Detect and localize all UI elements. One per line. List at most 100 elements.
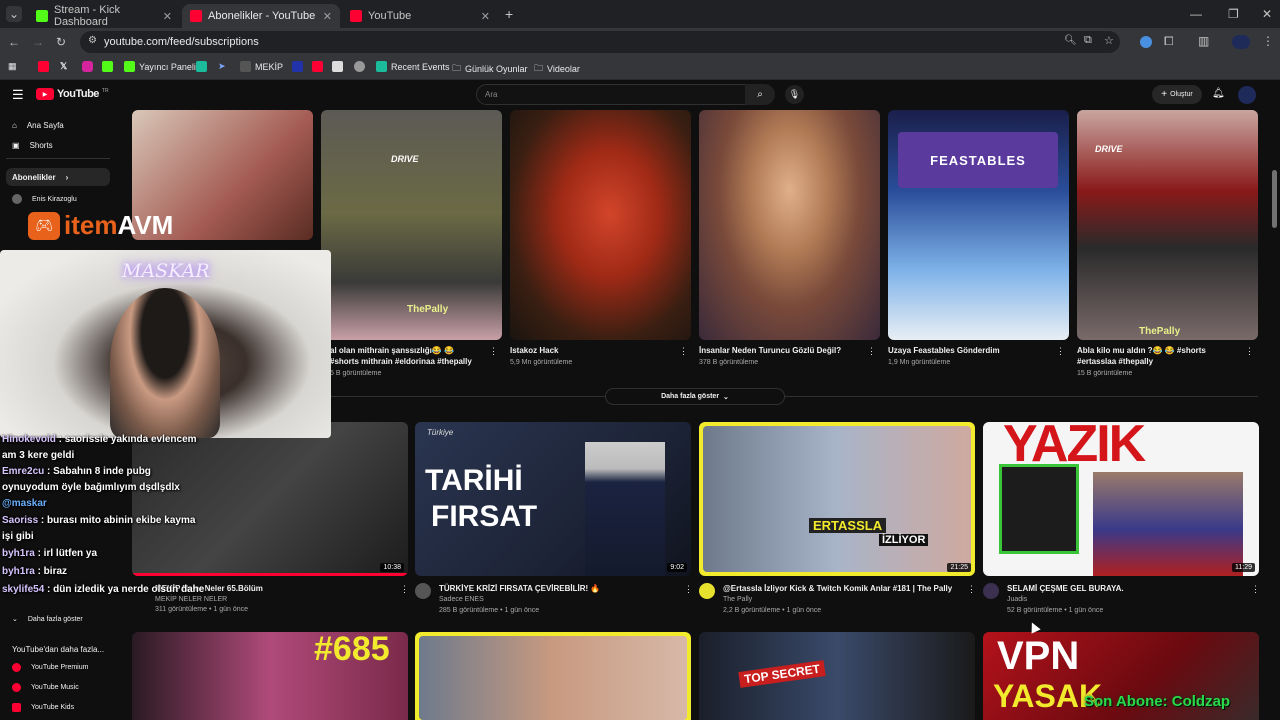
sidebar-item-shorts[interactable]: ▣ Shorts xyxy=(6,136,110,154)
video-thumbnail[interactable]: TOP SECRET xyxy=(699,632,975,720)
bookmark-star-icon[interactable]: ☆ xyxy=(1104,34,1114,47)
site-info-icon[interactable]: ⚙ xyxy=(88,35,97,46)
channel-avatar[interactable] xyxy=(415,583,431,599)
bookmark-label: Videolar xyxy=(547,64,580,74)
channel-name[interactable]: Sadece ENES xyxy=(439,596,484,603)
short-title[interactable]: Uzaya Feastables Gönderdim xyxy=(888,345,1048,356)
more-options-icon[interactable]: ⋮ xyxy=(489,346,498,357)
more-options-icon[interactable]: ⋮ xyxy=(679,346,688,357)
video-thumbnail[interactable] xyxy=(415,632,691,720)
bookmark-item[interactable] xyxy=(196,61,207,72)
channel-name[interactable]: MEKİP NELER NELER xyxy=(155,596,227,603)
video-thumbnail[interactable]: #685 xyxy=(132,632,408,720)
bookmark-recent-events[interactable]: Recent Events xyxy=(376,61,450,72)
bookmark-item[interactable]: ➤ xyxy=(218,61,226,72)
bookmark-videolar[interactable]: 🗀 Videolar xyxy=(534,61,580,77)
bookmark-item[interactable] xyxy=(332,61,343,72)
video-thumbnail[interactable]: 10:38 xyxy=(132,422,408,576)
video-title[interactable]: TÜRKİYE KRİZİ FIRSATA ÇEVİREBİLİR! 🔥 xyxy=(439,583,679,594)
short-thumbnail[interactable] xyxy=(510,110,691,340)
short-title[interactable]: İnsanlar Neden Turuncu Gözlü Değil? xyxy=(699,345,859,356)
sidebar-channel[interactable]: Enis Kirazoglu xyxy=(6,190,110,208)
short-title[interactable]: al olan mithrain şanssızlığı😂 😂 #shorts … xyxy=(330,345,482,367)
search-button[interactable]: ⌕ xyxy=(745,84,775,105)
video-title[interactable]: @Ertassla İzliyor Kick & Twitch Komik An… xyxy=(723,583,963,594)
channel-name[interactable]: Juadis xyxy=(1007,596,1027,603)
more-options-icon[interactable]: ⋮ xyxy=(400,584,409,595)
app-icon xyxy=(196,61,207,72)
menu-kebab-icon[interactable]: ⋮ xyxy=(1262,34,1274,48)
bookmark-youtube[interactable] xyxy=(38,61,49,72)
extension-icon[interactable] xyxy=(1140,36,1152,48)
sidebar-item-youtube-premium[interactable]: YouTube Premium xyxy=(6,658,110,676)
hamburger-menu-icon[interactable]: ☰ xyxy=(12,87,24,103)
tab-subscriptions-youtube[interactable]: Abonelikler - YouTube ✕ xyxy=(182,4,340,28)
new-tab-icon[interactable]: + xyxy=(505,6,513,22)
window-close-icon[interactable]: ✕ xyxy=(1262,7,1272,21)
notifications-bell-icon[interactable]: 🔔︎ xyxy=(1212,88,1225,99)
more-options-icon[interactable]: ⋮ xyxy=(867,346,876,357)
bookmark-yayinci-paneli[interactable]: Yayıncı Paneli xyxy=(124,61,196,72)
more-options-icon[interactable]: ⋮ xyxy=(967,584,976,595)
extensions-puzzle-icon[interactable]: ⧠ xyxy=(1164,34,1174,49)
search-input[interactable]: Ara xyxy=(476,84,746,105)
more-options-icon[interactable]: ⋮ xyxy=(684,584,693,595)
short-title[interactable]: Istakoz Hack xyxy=(510,345,670,356)
youtube-logo[interactable]: ▶ YouTube TR xyxy=(36,88,109,100)
chat-user: Saoriss xyxy=(2,515,39,526)
address-bar[interactable]: ⚙ youtube.com/feed/subscriptions 🔍︎ ⧉ ☆ xyxy=(80,31,1120,53)
tab-kick-dashboard[interactable]: Stream - Kick Dashboard ✕ xyxy=(28,4,180,28)
more-options-icon[interactable]: ⋮ xyxy=(1056,346,1065,357)
sidebar-item-youtube-kids[interactable]: YouTube Kids xyxy=(6,698,110,716)
bookmark-mekip[interactable]: MEKİP xyxy=(240,61,283,72)
reload-icon[interactable]: ↻ xyxy=(56,35,66,49)
zoom-icon[interactable]: 🔍︎ xyxy=(1064,35,1077,46)
bookmark-label: Recent Events xyxy=(391,61,450,72)
video-thumbnail[interactable]: YAZIK 11:29 xyxy=(983,422,1259,576)
show-more-button[interactable]: Daha fazla göster ⌄ xyxy=(605,388,785,405)
minimize-icon[interactable]: — xyxy=(1190,7,1202,21)
sidebar-show-more[interactable]: ⌄ Daha fazla göster xyxy=(6,610,110,628)
short-thumbnail[interactable]: DRIVE ThePally xyxy=(1077,110,1258,340)
sidebar-item-youtube-music[interactable]: YouTube Music xyxy=(6,678,110,696)
bookmark-item[interactable] xyxy=(292,61,303,72)
bookmark-gunluk-oyunlar[interactable]: 🗀 Günlük Oyunlar xyxy=(452,61,528,77)
bookmark-item[interactable] xyxy=(354,61,365,72)
video-title[interactable]: SELAMİ ÇEŞME GEL BURAYA. xyxy=(1007,583,1247,594)
profile-avatar[interactable] xyxy=(1232,35,1250,49)
bookmark-kick[interactable] xyxy=(102,61,113,72)
channel-name[interactable]: The Pally xyxy=(723,596,752,603)
forward-icon[interactable]: → xyxy=(32,35,44,49)
voice-search-button[interactable]: 🎙︎ xyxy=(785,85,804,104)
close-icon[interactable]: ✕ xyxy=(481,10,490,23)
close-icon[interactable]: ✕ xyxy=(163,10,172,23)
more-options-icon[interactable]: ⋮ xyxy=(1251,584,1260,595)
short-title[interactable]: Abla kilo mu aldın ?😂 😂 #shorts #ertassl… xyxy=(1077,345,1237,367)
account-avatar[interactable] xyxy=(1238,86,1256,104)
video-thumbnail[interactable]: ERTASSLA İZLİYOR 21:25 xyxy=(699,422,975,576)
apps-grid-icon[interactable]: ▦ xyxy=(8,61,17,72)
restore-icon[interactable]: ❐ xyxy=(1228,7,1239,21)
page-scrollbar[interactable] xyxy=(1272,170,1277,228)
channel-avatar[interactable] xyxy=(699,583,715,599)
tab-youtube[interactable]: YouTube ✕ xyxy=(342,4,498,28)
bookmark-x[interactable]: 𝕏 xyxy=(60,61,67,72)
back-icon[interactable]: ← xyxy=(8,35,20,49)
short-thumbnail[interactable] xyxy=(699,110,880,340)
tab-search-icon[interactable]: ⌄ xyxy=(6,6,22,22)
close-icon[interactable]: ✕ xyxy=(323,10,332,23)
bookmark-youtube-2[interactable] xyxy=(312,61,323,72)
video-thumbnail[interactable]: Türkiye TARİHİ FIRSAT 9:02 xyxy=(415,422,691,576)
more-options-icon[interactable]: ⋮ xyxy=(1245,346,1254,357)
short-thumbnail[interactable]: FEASTABLES xyxy=(888,110,1069,340)
short-thumbnail[interactable]: DRIVE ThePally xyxy=(321,110,502,340)
youtube-header: ☰ ▶ YouTube TR Ara ⌕ 🎙︎ + Oluştur 🔔︎ xyxy=(0,80,1280,110)
sidebar-item-subscriptions[interactable]: Abonelikler › xyxy=(6,168,110,186)
chat-message: @maskar xyxy=(2,498,47,509)
bookmark-instagram[interactable] xyxy=(82,61,93,72)
install-icon[interactable]: ⧉ xyxy=(1084,34,1092,47)
side-panel-icon[interactable]: ▥ xyxy=(1198,34,1209,48)
sidebar-item-home[interactable]: ⌂ Ana Sayfa xyxy=(6,116,110,134)
channel-avatar[interactable] xyxy=(983,583,999,599)
create-button[interactable]: + Oluştur xyxy=(1152,85,1202,104)
